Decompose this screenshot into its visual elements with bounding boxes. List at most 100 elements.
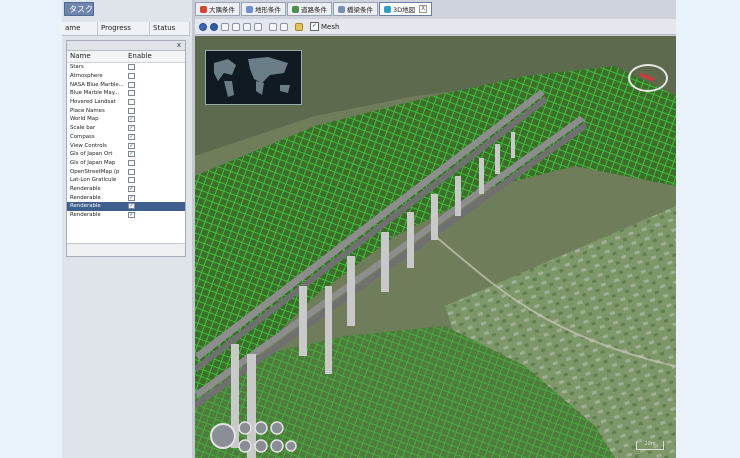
layer-row[interactable]: Blue Marble May...	[67, 89, 185, 98]
layer-enable-checkbox[interactable]	[128, 73, 135, 80]
view-tab[interactable]: 大隅条件	[195, 2, 240, 16]
world-map-graphic	[214, 57, 290, 97]
layers-icon[interactable]	[254, 22, 262, 31]
layer-row[interactable]: Place Names	[67, 106, 185, 115]
view-tab-strip: 大隅条件 地形条件 道路条件 橋梁条件 3D地図 X	[195, 2, 676, 18]
layer-name: Place Names	[70, 107, 105, 114]
layer-row[interactable]: NASA Blue Marble...	[67, 80, 185, 89]
grid-icon[interactable]	[243, 22, 251, 31]
tab-label: 橋梁条件	[347, 6, 373, 14]
layer-name: NASA Blue Marble...	[70, 81, 124, 88]
compass-icon[interactable]	[628, 64, 668, 92]
layer-name: Lat-Lon Graticule	[70, 177, 117, 184]
layer-name: Compass	[70, 133, 95, 140]
close-icon[interactable]: X	[419, 5, 428, 13]
column-header-status[interactable]: Status	[150, 22, 190, 35]
layer-enable-checkbox[interactable]	[128, 99, 135, 106]
layer-enable-checkbox[interactable]: ✓	[128, 125, 135, 132]
task-pane: タスク ame Progress Status x Name Enable St…	[62, 0, 192, 458]
task-tab[interactable]: タスク	[64, 2, 94, 16]
view-controls[interactable]	[209, 418, 297, 458]
tab-icon	[384, 5, 391, 13]
print-icon[interactable]	[269, 22, 277, 31]
layer-name: OpenStreetMap (p	[70, 168, 120, 175]
view-controls-graphic	[210, 421, 297, 453]
layer-name: Scale bar	[70, 125, 96, 132]
zoom-icon[interactable]	[232, 22, 240, 31]
layer-row[interactable]: GIs of Japan Ort ✓	[67, 150, 185, 159]
layer-row[interactable]: Renderable ✓	[67, 185, 185, 194]
view-tab[interactable]: 道路条件	[287, 2, 332, 16]
layer-enable-checkbox[interactable]: ✓	[128, 185, 135, 192]
layer-enable-checkbox[interactable]	[128, 90, 135, 97]
layer-enable-checkbox[interactable]	[128, 168, 135, 175]
view-tab[interactable]: 地形条件	[241, 2, 286, 16]
layer-name: Hovered Landsat	[70, 99, 116, 106]
mesh-checkbox[interactable]: ✓	[310, 22, 319, 31]
column-header-name[interactable]: ame	[62, 22, 98, 35]
layer-list: Stars Atmosphere NASA Blue Marble... Blue M…	[67, 63, 185, 219]
layer-row[interactable]: Atmosphere	[67, 72, 185, 81]
layer-name: View Controls	[70, 142, 107, 149]
camera-icon[interactable]	[280, 22, 288, 31]
layer-name: Renderable	[70, 203, 101, 210]
column-header-layer-name[interactable]: Name	[67, 51, 125, 62]
layer-row[interactable]: Hovered Landsat	[67, 98, 185, 107]
column-header-progress[interactable]: Progress	[98, 22, 150, 35]
layer-name: GIs of Japan Ort	[70, 151, 113, 158]
layer-row[interactable]: GIs of Japan Map	[67, 159, 185, 168]
layer-name: Renderable	[70, 212, 101, 219]
layer-enable-checkbox[interactable]: ✓	[128, 133, 135, 140]
mesh-toggle[interactable]: ✓ Mesh	[310, 22, 339, 31]
layer-name: Atmosphere	[70, 73, 103, 80]
layer-row[interactable]: Scale bar ✓	[67, 124, 185, 133]
layer-enable-checkbox[interactable]: ✓	[128, 142, 135, 149]
folder-icon[interactable]	[295, 22, 303, 31]
layer-enable-checkbox[interactable]: ✓	[128, 194, 135, 201]
main-pane: 大隅条件 地形条件 道路条件 橋梁条件 3D地図 X ✓ Mesh 20m	[195, 0, 676, 458]
layer-name: World Map	[70, 116, 99, 123]
tab-icon	[200, 5, 207, 13]
layer-row[interactable]: Compass ✓	[67, 133, 185, 142]
application-window: タスク ame Progress Status x Name Enable St…	[62, 0, 676, 458]
layer-name: Stars	[70, 64, 84, 71]
layer-panel: x Name Enable Stars Atmosphere NASA Blue M…	[66, 40, 186, 257]
layer-row[interactable]: Stars	[67, 63, 185, 72]
layer-row[interactable]: Renderable ✓	[67, 193, 185, 202]
view-tab[interactable]: 橋梁条件	[333, 2, 378, 16]
layer-row[interactable]: View Controls ✓	[67, 141, 185, 150]
layer-enable-checkbox[interactable]: ✓	[128, 151, 135, 158]
tab-label: 地形条件	[255, 6, 281, 14]
layer-row[interactable]: Renderable ✓	[67, 211, 185, 220]
layer-row[interactable]: World Map ✓	[67, 115, 185, 124]
tab-icon	[246, 5, 253, 13]
close-icon[interactable]: x	[175, 41, 183, 49]
view-tab[interactable]: 3D地図 X	[379, 2, 433, 16]
world-map-overview[interactable]	[205, 50, 302, 105]
layer-enable-checkbox[interactable]	[128, 159, 135, 166]
layer-row[interactable]: Renderable ✓	[67, 202, 185, 211]
compass-needle	[639, 72, 655, 82]
layer-row[interactable]: Lat-Lon Graticule	[67, 176, 185, 185]
layer-panel-titlebar[interactable]: x	[67, 41, 185, 51]
layer-enable-checkbox[interactable]: ✓	[128, 116, 135, 123]
layer-panel-footer	[67, 243, 185, 256]
tab-icon	[292, 5, 299, 13]
tab-label: 3D地図	[393, 6, 416, 14]
column-header-enable[interactable]: Enable	[125, 51, 183, 62]
layer-enable-checkbox[interactable]	[128, 177, 135, 184]
select-arrow-icon[interactable]	[221, 22, 229, 31]
tab-label: 大隅条件	[209, 6, 235, 14]
globe-3d-view[interactable]: 20m	[195, 36, 676, 458]
layer-enable-checkbox[interactable]	[128, 107, 135, 114]
layer-table-header: Name Enable	[67, 51, 185, 63]
scale-bar: 20m	[636, 441, 664, 450]
globe-icon[interactable]	[199, 22, 207, 31]
layer-enable-checkbox[interactable]: ✓	[128, 212, 135, 219]
layer-enable-checkbox[interactable]	[128, 81, 135, 88]
globe-pick-icon[interactable]	[210, 22, 218, 31]
view-toolbar: ✓ Mesh	[195, 19, 676, 35]
layer-enable-checkbox[interactable]: ✓	[128, 203, 135, 210]
layer-enable-checkbox[interactable]	[128, 64, 135, 71]
layer-row[interactable]: OpenStreetMap (p	[67, 167, 185, 176]
